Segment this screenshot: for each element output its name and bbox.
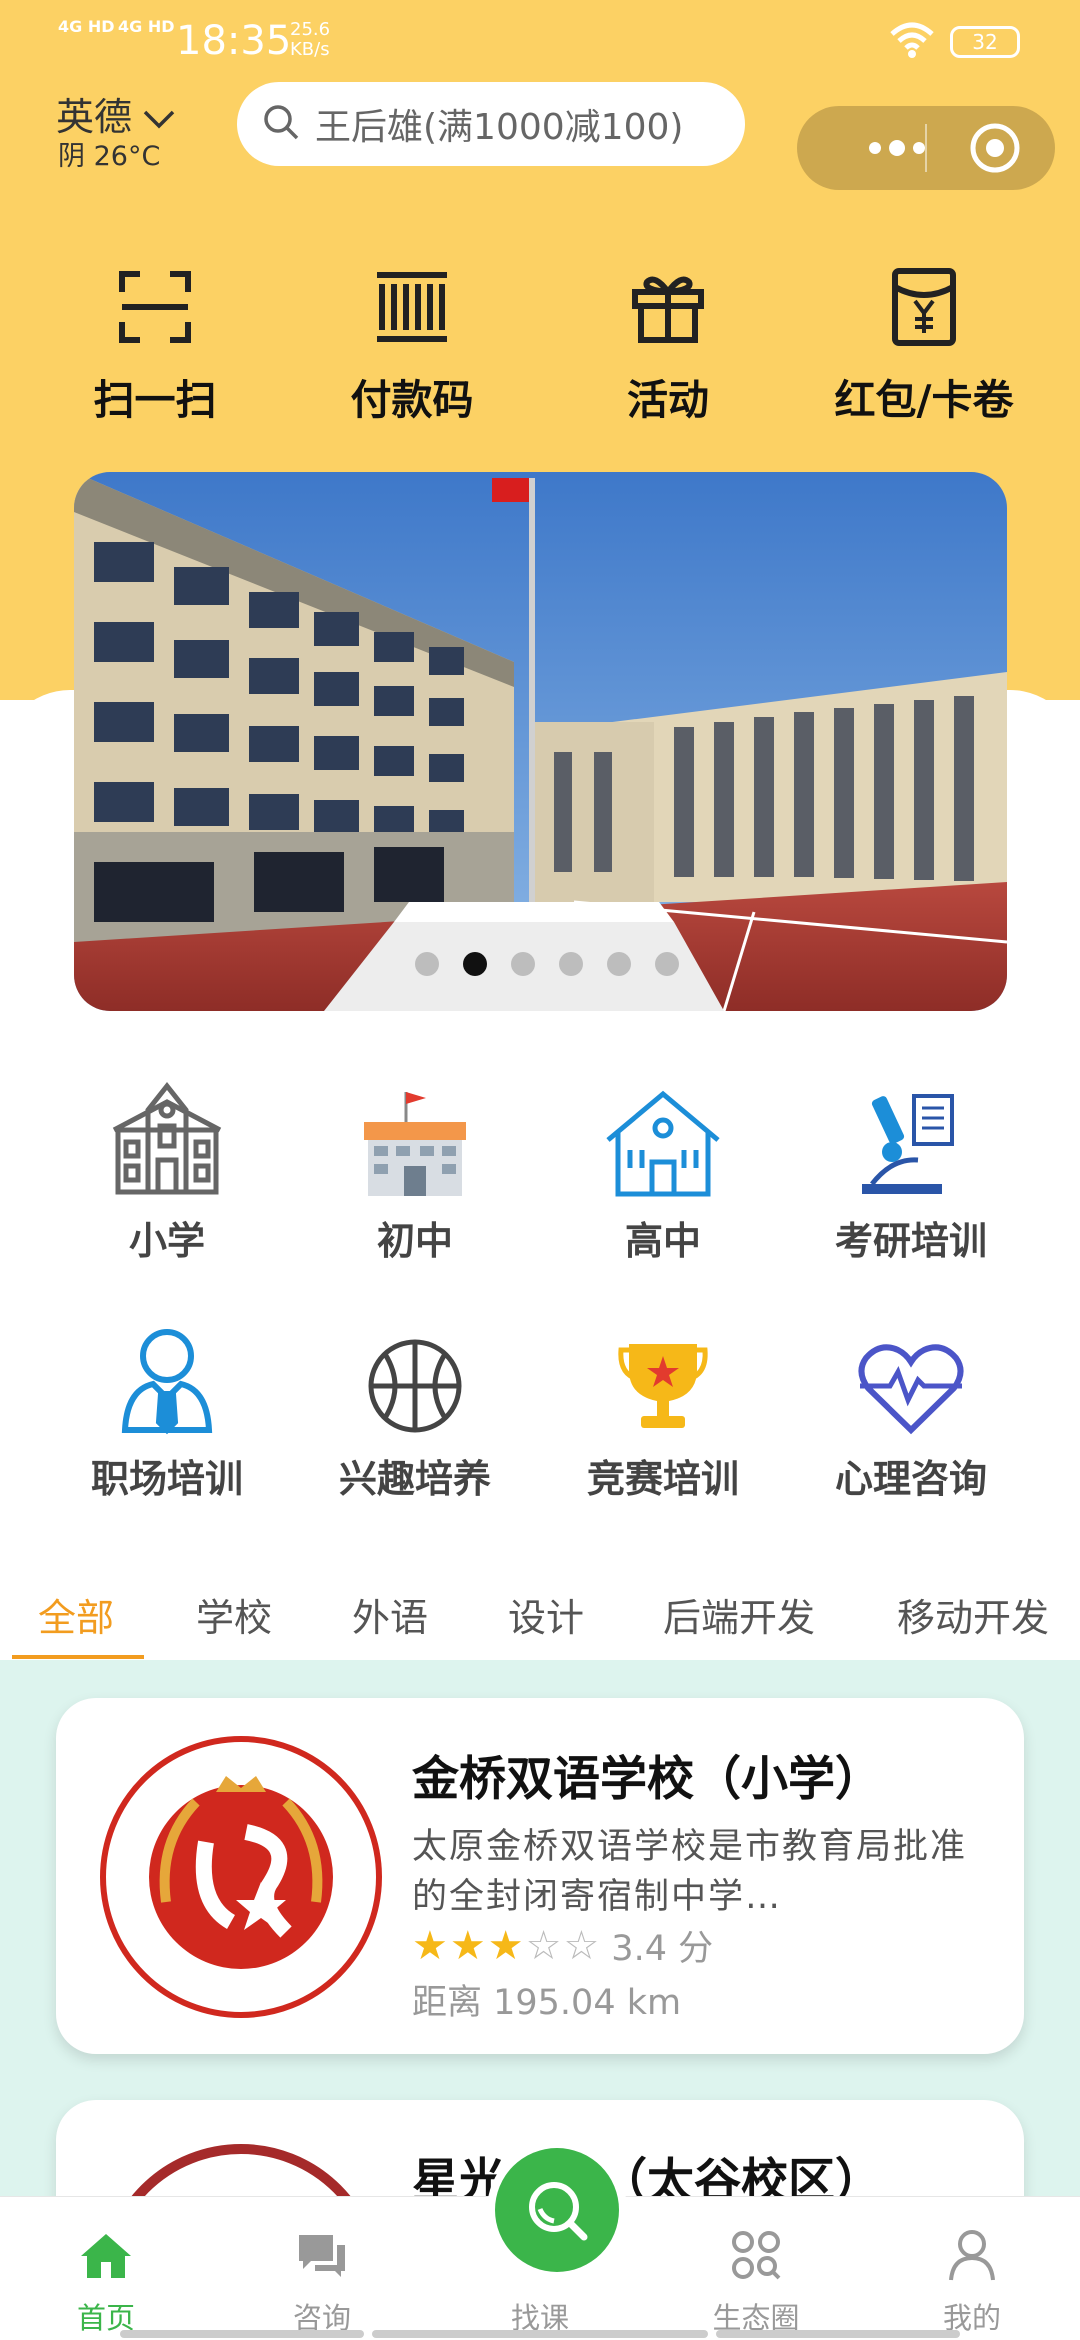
banner-dot[interactable] (559, 952, 583, 976)
quick-action-pay-code[interactable]: 付款码 (302, 262, 522, 426)
quick-action-red-packet[interactable]: 红包/卡卷 (814, 262, 1034, 426)
category-middle-school[interactable]: 初中 (290, 1076, 540, 1265)
school-description: 太原金桥双语学校是市教育局批准的全封闭寄宿制中学… (412, 1827, 968, 1917)
quick-action-activity[interactable]: 活动 (558, 262, 778, 426)
category-primary-school[interactable]: 小学 (42, 1076, 292, 1265)
category-high-school[interactable]: 高中 (538, 1076, 788, 1265)
banner-dot[interactable] (655, 952, 679, 976)
banner-carousel[interactable] (74, 472, 1007, 1011)
red-packet-icon (814, 262, 1034, 352)
network-indicator: 4G HD (58, 17, 115, 36)
banner-dot[interactable] (415, 952, 439, 976)
high-school-icon (538, 1076, 788, 1198)
city-selector[interactable]: 英德 (56, 86, 176, 141)
banner-dot[interactable] (511, 952, 535, 976)
city-name: 英德 (56, 95, 133, 139)
banner-indicator (0, 952, 1080, 976)
banner-dot-active[interactable] (463, 952, 487, 976)
barcode-icon (302, 262, 522, 352)
tab-all[interactable]: 全部 (38, 1587, 114, 1642)
banner-dot[interactable] (607, 952, 631, 976)
nav-consult[interactable]: 咨询 (222, 2223, 422, 2337)
category-tabs: 全部 学校 外语 设计 后端开发 移动开发 (0, 1575, 1080, 1659)
category-postgrad-training[interactable]: 考研培训 (786, 1076, 1036, 1265)
microscope-icon (786, 1076, 1036, 1198)
chevron-down-icon (142, 95, 176, 139)
category-counseling[interactable]: 心理咨询 (786, 1314, 1036, 1503)
gesture-bar (372, 2330, 708, 2338)
rating-score: 3.4 分 (611, 1929, 714, 1969)
nav-ecosystem[interactable]: 生态圈 (656, 2223, 856, 2337)
tab-mobile-dev[interactable]: 移动开发 (897, 1587, 1049, 1642)
heart-pulse-icon (786, 1314, 1036, 1436)
network-indicator-2: 4G HD (118, 17, 175, 36)
active-tab-indicator (12, 1655, 144, 1659)
status-time: 18:35 (176, 18, 292, 64)
battery-indicator: 32 (950, 26, 1020, 58)
nav-home[interactable]: 首页 (6, 2223, 206, 2337)
weather-info: 阴 26°C (58, 141, 161, 172)
tab-foreign-language[interactable]: 外语 (352, 1587, 428, 1642)
network-speed: 25.6 KB/s (290, 19, 331, 60)
grid-icon (656, 2223, 856, 2287)
capsule-divider (925, 124, 927, 172)
user-icon (872, 2223, 1072, 2287)
gesture-bar (716, 2330, 960, 2338)
school-logo (96, 1732, 386, 2022)
quick-action-scan[interactable]: 扫一扫 (45, 262, 265, 426)
basketball-icon (290, 1314, 540, 1436)
worker-icon (42, 1314, 292, 1436)
wifi-icon (888, 20, 936, 69)
school-card[interactable]: 金桥双语学校（小学） 太原金桥双语学校是市教育局批准的全封闭寄宿制中学… ★★★… (56, 1698, 1024, 2054)
find-course-button[interactable] (487, 2140, 627, 2280)
category-career-training[interactable]: 职场培训 (42, 1314, 292, 1503)
category-competition[interactable]: 竞赛培训 (538, 1314, 788, 1503)
search-bar[interactable]: 王后雄(满1000减100) (237, 82, 745, 166)
home-icon (6, 2223, 206, 2287)
search-placeholder: 王后雄(满1000减100) (315, 107, 684, 148)
scan-icon (45, 262, 265, 352)
tab-school[interactable]: 学校 (196, 1587, 272, 1642)
gift-icon (558, 262, 778, 352)
status-bar: 4G HD 4G HD 18:35 25.6 KB/s 32 (0, 0, 1080, 80)
school-rating: ★★★☆☆ 3.4 分 (412, 1920, 713, 1971)
chat-icon (222, 2223, 422, 2287)
center-circle (495, 2148, 619, 2272)
nav-profile[interactable]: 我的 (872, 2223, 1072, 2337)
search-icon (529, 2182, 588, 2241)
tab-design[interactable]: 设计 (508, 1587, 584, 1642)
gesture-bar (120, 2330, 364, 2338)
trophy-icon (538, 1314, 788, 1436)
quick-actions: 扫一扫 付款码 活动 红包/卡卷 (0, 262, 1080, 424)
middle-school-icon (290, 1076, 540, 1198)
school-distance: 距离 195.04 km (412, 1983, 682, 2023)
close-mini-program-button[interactable] (965, 118, 1025, 178)
category-interest[interactable]: 兴趣培养 (290, 1314, 540, 1503)
school-name: 金桥双语学校（小学） (412, 1752, 882, 1807)
search-icon (261, 102, 301, 146)
tab-backend-dev[interactable]: 后端开发 (663, 1587, 815, 1642)
mini-program-capsule (797, 106, 1055, 190)
primary-school-icon (42, 1076, 292, 1198)
more-options-button[interactable] (837, 116, 957, 180)
banner-image (74, 472, 1007, 1011)
rating-stars: ★★★☆☆ (412, 1922, 602, 1969)
